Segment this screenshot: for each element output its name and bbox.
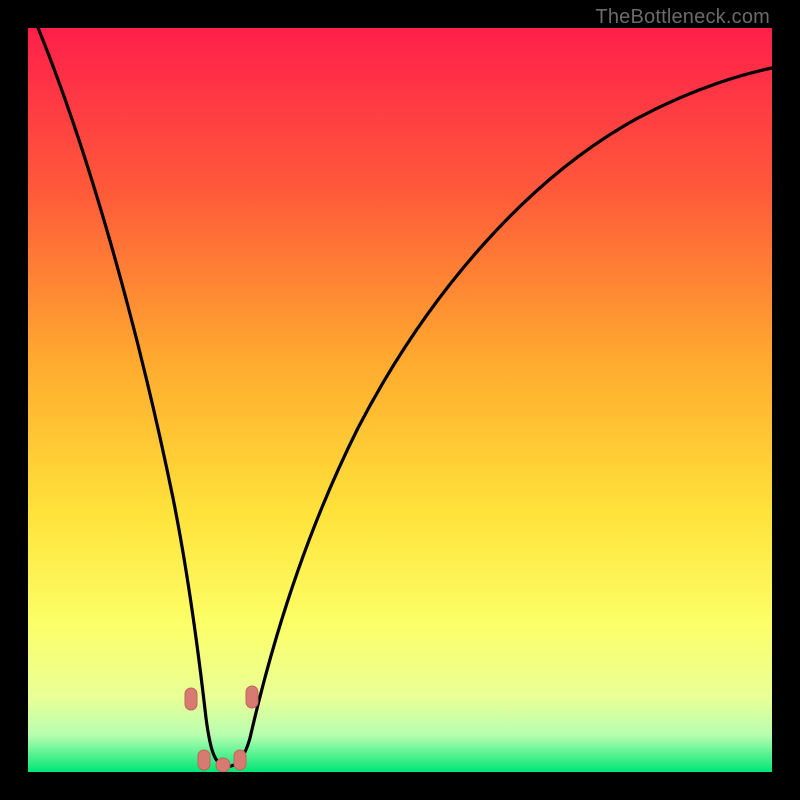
marker-right-upper <box>246 686 258 708</box>
bottleneck-curve <box>28 28 772 772</box>
trough-markers <box>185 686 258 772</box>
watermark-text: TheBottleneck.com <box>595 6 770 29</box>
marker-right-lower <box>234 750 246 770</box>
curve-path <box>34 28 772 766</box>
plot-area <box>28 28 772 772</box>
marker-bottom <box>216 758 230 772</box>
marker-left-upper <box>185 688 197 710</box>
chart-frame: TheBottleneck.com <box>0 0 800 800</box>
marker-left-lower <box>198 750 210 770</box>
